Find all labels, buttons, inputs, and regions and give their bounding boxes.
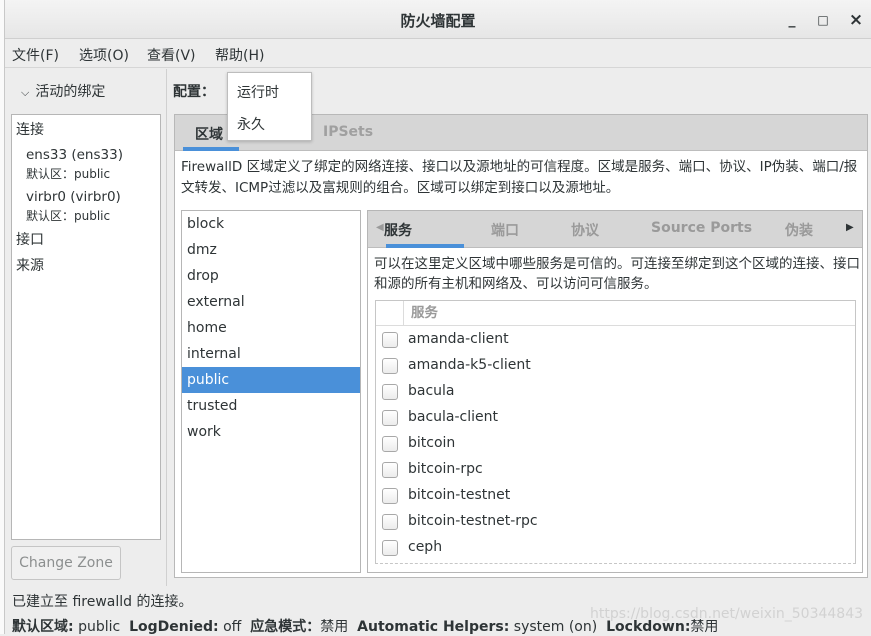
service-checkbox[interactable] xyxy=(382,488,398,504)
config-option-runtime[interactable]: 运行时 xyxy=(237,82,279,102)
scroll-right-icon[interactable]: ▶ xyxy=(846,222,854,233)
scroll-left-icon[interactable]: ◀ xyxy=(376,222,384,233)
bindings-expander[interactable]: ⌵ 活动的绑定 xyxy=(21,81,105,101)
tab-zones[interactable]: 区域 xyxy=(195,124,223,144)
tab-ports[interactable]: 端口 xyxy=(491,220,519,240)
services-list: 服务 amanda-client amanda-k5-client bacula ba… xyxy=(375,300,856,564)
zone-item-dmz[interactable]: dmz xyxy=(182,237,360,263)
title-bar: 防火墙配置 _ □ × xyxy=(5,0,871,39)
service-row: amanda-k5-client xyxy=(376,353,855,379)
panic-value: 禁用 xyxy=(320,619,349,635)
service-label: bacula-client xyxy=(408,409,499,425)
service-row: bacula-client xyxy=(376,405,855,431)
zone-description: FirewallD 区域定义了绑定的网络连接、接口以及源地址的可信程度。区域是服… xyxy=(181,159,858,196)
zone-list: block dmz drop external home internal public tr… xyxy=(181,210,361,573)
connections-label[interactable]: 连接 xyxy=(16,119,44,139)
service-checkbox[interactable] xyxy=(382,358,398,374)
zone-item-work[interactable]: work xyxy=(182,419,360,445)
connection-status: 已建立至 firewalld 的连接。 xyxy=(12,594,193,610)
zone-item-internal[interactable]: internal xyxy=(182,341,360,367)
services-column-header[interactable]: 服务 xyxy=(403,301,438,326)
zone-item-home[interactable]: home xyxy=(182,315,360,341)
services-description: 可以在这里定义区域中哪些服务是可信的。可连接至绑定到这个区域的连接、接口和源的所… xyxy=(374,256,860,292)
config-dropdown-menu: 运行时 永久 xyxy=(227,72,312,141)
helpers-value: system (on) xyxy=(513,619,598,635)
menu-file[interactable]: 文件(F) xyxy=(12,45,59,65)
minimize-button[interactable]: _ xyxy=(782,10,802,30)
service-checkbox[interactable] xyxy=(382,514,398,530)
connection-zone: 默认区：public xyxy=(26,167,111,181)
menu-options[interactable]: 选项(O) xyxy=(79,45,129,65)
config-label: 配置： xyxy=(173,84,215,100)
main-notebook: 区域 IPSets FirewallD 区域定义了绑定的网络连接、接口以及源地址… xyxy=(174,114,868,578)
default-zone-label: 默认区域: xyxy=(12,619,74,635)
sources-label[interactable]: 来源 xyxy=(16,255,44,275)
close-button[interactable]: × xyxy=(846,10,866,30)
service-checkbox[interactable] xyxy=(382,384,398,400)
tab-source-ports[interactable]: Source Ports xyxy=(651,220,752,236)
bindings-list: 连接 ens33 (ens33) 默认区：public virbr0 (virb… xyxy=(11,114,161,540)
service-row: bitcoin-testnet xyxy=(376,483,855,509)
service-row: amanda-client xyxy=(376,327,855,353)
menu-help[interactable]: 帮助(H) xyxy=(215,45,264,65)
service-checkbox[interactable] xyxy=(382,540,398,556)
logdenied-label: LogDenied: xyxy=(129,619,219,635)
change-zone-button[interactable]: Change Zone xyxy=(11,546,121,580)
service-row: ceph xyxy=(376,535,855,561)
connection-virbr0[interactable]: virbr0 (virbr0) xyxy=(26,189,121,205)
bindings-header: 活动的绑定 xyxy=(35,84,106,100)
zone-item-public[interactable]: public xyxy=(182,367,360,393)
connection-zone: 默认区：public xyxy=(26,209,111,223)
logdenied-value: off xyxy=(223,619,242,635)
bindings-pane: ⌵ 活动的绑定 连接 ens33 (ens33) 默认区：public virbr… xyxy=(5,69,167,586)
maximize-button[interactable]: □ xyxy=(813,10,833,30)
interfaces-label[interactable]: 接口 xyxy=(16,229,44,249)
zone-item-drop[interactable]: drop xyxy=(182,263,360,289)
service-label: bitcoin xyxy=(408,435,456,451)
active-tab-indicator xyxy=(183,147,239,151)
tab-ipsets[interactable]: IPSets xyxy=(323,124,373,140)
services-header: 服务 xyxy=(376,301,855,326)
service-row: bitcoin xyxy=(376,431,855,457)
menu-bar: 文件(F) 选项(O) 查看(V) 帮助(H) xyxy=(5,40,871,68)
service-label: bitcoin-testnet xyxy=(408,487,511,503)
chevron-down-icon: ⌵ xyxy=(21,86,30,99)
connection-ens33[interactable]: ens33 (ens33) xyxy=(26,147,123,163)
service-label: bitcoin-testnet-rpc xyxy=(408,513,538,529)
zone-item-block[interactable]: block xyxy=(182,211,360,237)
service-label: bitcoin-rpc xyxy=(408,461,483,477)
service-label: amanda-k5-client xyxy=(408,357,531,373)
service-row: bitcoin-testnet-rpc xyxy=(376,509,855,535)
service-checkbox[interactable] xyxy=(382,436,398,452)
zone-item-external[interactable]: external xyxy=(182,289,360,315)
watermark: https://blog.csdn.net/weixin_50344843 xyxy=(590,606,864,622)
tab-protocols[interactable]: 协议 xyxy=(571,220,599,240)
default-zone-value: public xyxy=(78,619,121,635)
menu-view[interactable]: 查看(V) xyxy=(147,45,196,65)
tab-masquerade[interactable]: 伪装 xyxy=(785,220,813,240)
service-checkbox[interactable] xyxy=(382,410,398,426)
service-label: amanda-client xyxy=(408,331,509,347)
service-row: bacula xyxy=(376,379,855,405)
config-option-permanent[interactable]: 永久 xyxy=(237,114,265,134)
service-label: bacula xyxy=(408,383,455,399)
zone-item-trusted[interactable]: trusted xyxy=(182,393,360,419)
service-checkbox[interactable] xyxy=(382,332,398,348)
zone-settings-tabs: ◀ 服务 端口 协议 Source Ports 伪装 ▶ xyxy=(368,211,862,248)
active-tab-indicator xyxy=(386,244,464,248)
tab-services[interactable]: 服务 xyxy=(384,220,412,240)
window-title: 防火墙配置 xyxy=(400,12,476,30)
service-label: ceph xyxy=(408,539,443,555)
zone-settings-notebook: ◀ 服务 端口 协议 Source Ports 伪装 ▶ 可以在这里定义区域中哪… xyxy=(367,210,863,573)
panic-label: 应急模式： xyxy=(250,619,321,635)
service-row: bitcoin-rpc xyxy=(376,457,855,483)
service-checkbox[interactable] xyxy=(382,462,398,478)
helpers-label: Automatic Helpers: xyxy=(357,619,510,635)
